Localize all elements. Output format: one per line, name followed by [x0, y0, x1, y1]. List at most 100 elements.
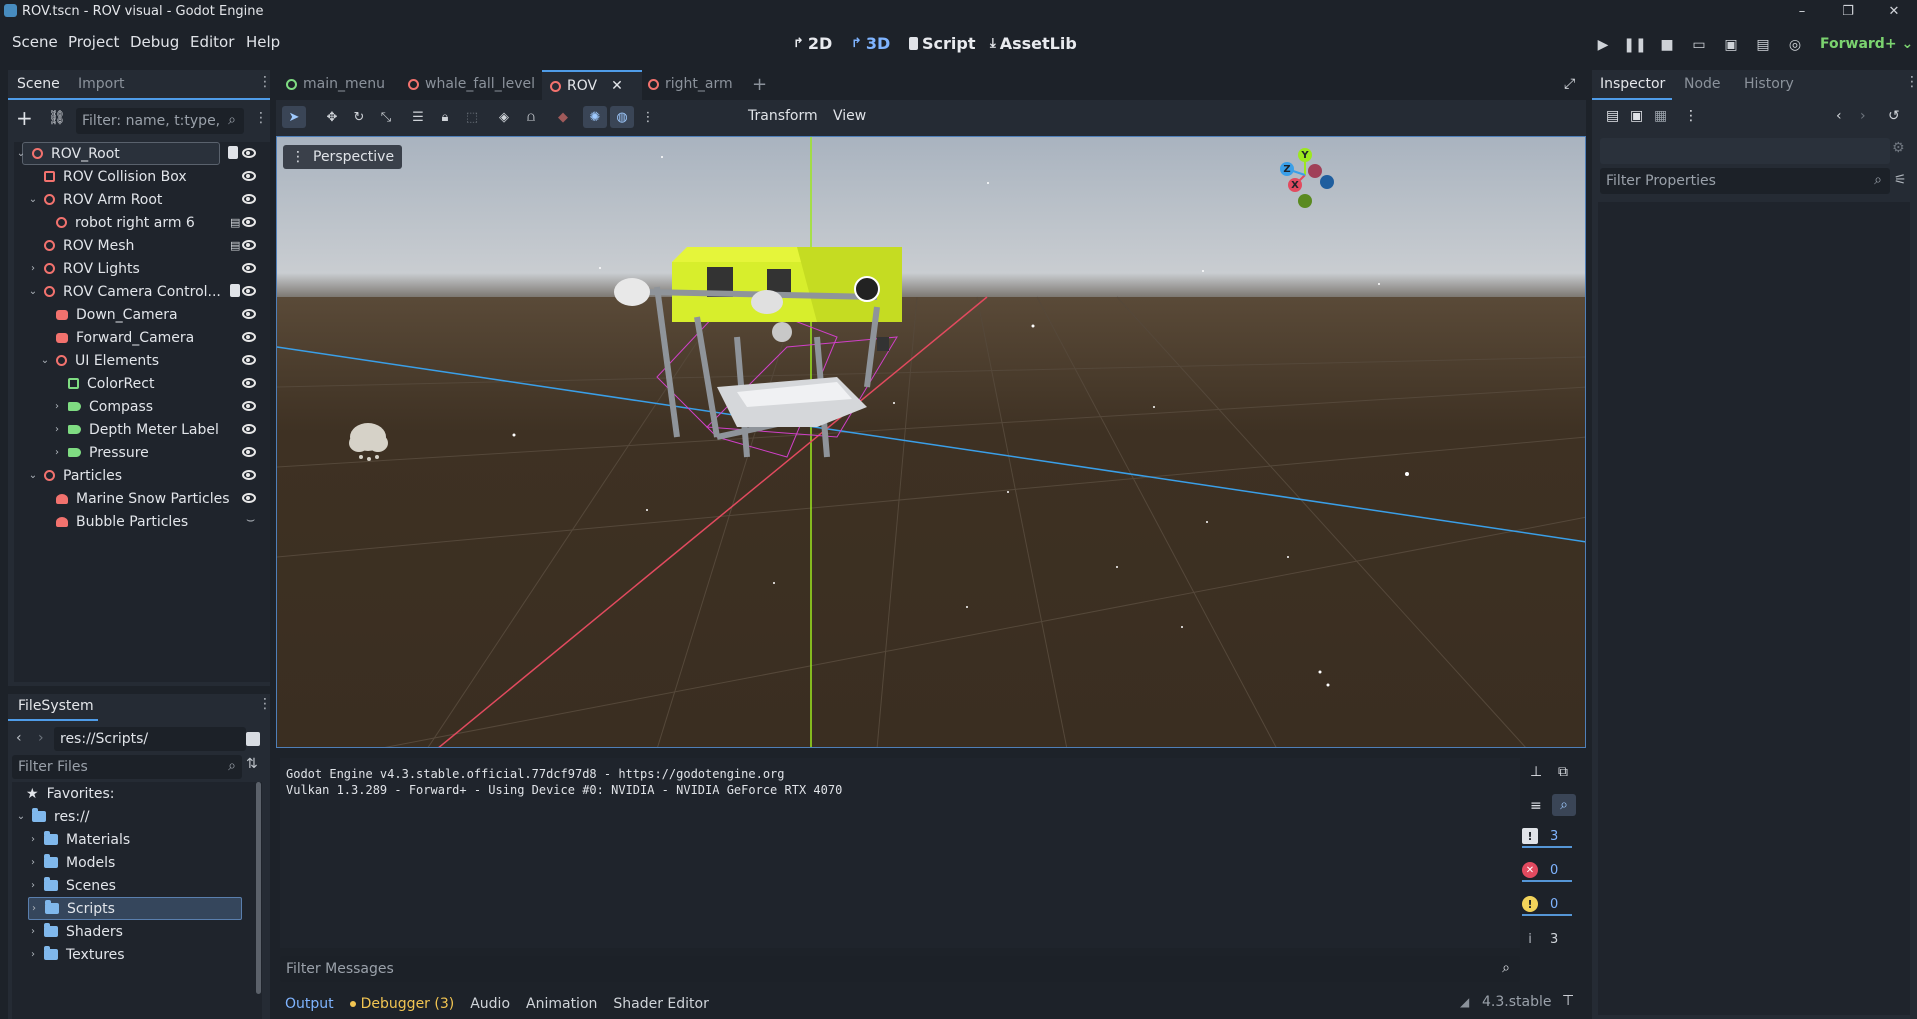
search-toggle-icon[interactable]: ⌕ — [1552, 794, 1576, 816]
lock-icon[interactable]: 🔒︎ — [433, 106, 457, 128]
close-tab-icon[interactable]: ✕ — [611, 78, 623, 94]
tree-row-rov-lights[interactable]: › ROV Lights — [14, 257, 264, 280]
history-forward-icon[interactable]: › — [1860, 108, 1866, 124]
expand-arrow-icon[interactable]: › — [28, 880, 38, 891]
tree-row-depth-meter[interactable]: › Depth Meter Label — [14, 418, 264, 441]
3d-viewport[interactable]: ⋮ Perspective Y X Z — [276, 136, 1586, 748]
history-back-icon[interactable]: ‹ — [1836, 108, 1842, 124]
object-settings-icon[interactable]: ⚙ — [1892, 140, 1905, 156]
movie-maker-icon[interactable]: ◎ — [1782, 34, 1808, 56]
orientation-gizmo[interactable]: Y X Z — [1277, 147, 1337, 208]
scene-filter-input[interactable]: Filter: name, t:type, ⌕ — [76, 108, 244, 134]
visibility-eye-icon[interactable] — [242, 263, 256, 273]
filter-files-input[interactable]: Filter Files ⌕ — [12, 755, 242, 779]
tab-scene[interactable]: Scene — [17, 76, 60, 92]
menu-help[interactable]: Help — [246, 33, 280, 51]
collapse-arrow-icon[interactable]: ⌄ — [40, 355, 50, 366]
clapper-icon[interactable]: ▤ — [230, 239, 240, 252]
scrollbar[interactable] — [256, 782, 261, 994]
menu-debug[interactable]: Debug — [130, 33, 179, 51]
collapse-arrow-icon[interactable]: ⌄ — [28, 194, 38, 205]
copy-output-icon[interactable]: ⧉ — [1558, 764, 1568, 780]
tree-row-collision[interactable]: ROV Collision Box — [14, 165, 264, 188]
scene-tab-rov-active[interactable]: ROV ✕ — [542, 70, 642, 100]
open-folder-icon[interactable]: ▣ — [1630, 108, 1643, 124]
tab-audio[interactable]: Audio — [470, 996, 510, 1012]
visibility-eye-icon[interactable] — [242, 355, 256, 365]
expand-arrow-icon[interactable]: › — [28, 263, 38, 274]
folder-row-materials[interactable]: › Materials — [28, 828, 130, 851]
expand-arrow-icon[interactable]: › — [28, 834, 38, 845]
tab-output[interactable]: Output — [285, 996, 334, 1012]
error-count-toggle[interactable]: ✕ 0 — [1522, 860, 1572, 882]
camera-preview-icon[interactable]: ◆ — [551, 106, 575, 128]
script-attached-icon[interactable] — [230, 284, 240, 297]
tab-node[interactable]: Node — [1684, 76, 1721, 92]
dock-menu-icon[interactable]: ⋮ — [1905, 74, 1917, 90]
visibility-eye-icon[interactable] — [242, 240, 256, 250]
snap-icon[interactable]: ⩍ — [519, 106, 543, 128]
more-options-icon[interactable]: ⋮ — [636, 106, 660, 128]
tree-row-marine-snow[interactable]: Marine Snow Particles — [14, 487, 264, 510]
link-icon[interactable]: ⛓ — [48, 110, 66, 126]
inspector-menu-icon[interactable]: ⋮ — [1684, 108, 1698, 124]
hidden-eye-icon[interactable]: ⌣ — [246, 512, 255, 528]
minimize-button[interactable]: – — [1780, 0, 1824, 22]
visibility-eye-icon[interactable] — [242, 171, 256, 181]
visibility-eye-icon[interactable] — [242, 470, 256, 480]
visibility-eye-icon[interactable] — [242, 148, 256, 158]
visibility-eye-icon[interactable] — [242, 194, 256, 204]
tree-row-ui-elements[interactable]: ⌄ UI Elements — [14, 349, 264, 372]
local-space-icon[interactable]: ◈ — [492, 106, 516, 128]
environment-preview-icon[interactable]: ◍ — [610, 106, 634, 128]
message-count-toggle[interactable]: ! 3 — [1522, 826, 1572, 848]
object-selector[interactable] — [1600, 138, 1890, 164]
visibility-eye-icon[interactable] — [242, 447, 256, 457]
rotate-tool-icon[interactable]: ↻ — [347, 106, 371, 128]
visibility-eye-icon[interactable] — [242, 217, 256, 227]
tab-inspector[interactable]: Inspector — [1600, 76, 1665, 92]
tree-row-compass[interactable]: › Compass — [14, 395, 264, 418]
tree-row-down-camera[interactable]: Down_Camera — [14, 303, 264, 326]
dock-menu-icon[interactable]: ⋮ — [258, 696, 272, 712]
transform-menu[interactable]: Transform — [748, 108, 818, 124]
tree-row-pressure[interactable]: › Pressure — [14, 441, 264, 464]
tree-row-bubbles[interactable]: Bubble Particles ⌣ — [14, 510, 264, 533]
run-custom-scene-icon[interactable]: ▤ — [1750, 34, 1776, 56]
save-icon[interactable]: ▦ — [1654, 108, 1667, 124]
scene-tab-whale-fall[interactable]: whale_fall_level — [408, 76, 535, 92]
tab-history[interactable]: History — [1744, 76, 1794, 92]
pause-icon[interactable]: ❚❚ — [1622, 34, 1648, 56]
add-scene-tab-icon[interactable]: + — [752, 74, 767, 95]
visibility-eye-icon[interactable] — [242, 332, 256, 342]
tree-row-rov-root[interactable]: ⌄ ROV_Root — [14, 142, 264, 165]
filter-messages-input[interactable]: Filter Messages ⌕ — [280, 956, 1520, 982]
workspace-2d-button[interactable]: ↱ 2D — [793, 34, 832, 53]
visibility-eye-icon[interactable] — [242, 378, 256, 388]
menu-editor[interactable]: Editor — [190, 33, 234, 51]
scene-tab-right-arm[interactable]: right_arm — [648, 76, 733, 92]
stop-icon[interactable]: ■ — [1654, 34, 1680, 56]
script-attached-icon[interactable] — [228, 146, 238, 159]
z-axis-gizmo-icon[interactable]: Z — [1280, 162, 1294, 176]
expand-arrow-icon[interactable]: › — [28, 857, 38, 868]
clapper-icon[interactable]: ▤ — [230, 216, 240, 229]
property-options-icon[interactable]: ⚟ — [1894, 172, 1907, 188]
visibility-eye-icon[interactable] — [242, 424, 256, 434]
tree-row-right-arm[interactable]: robot right arm 6 ▤ — [14, 211, 264, 234]
back-icon[interactable]: ‹ — [16, 730, 22, 746]
tab-filesystem[interactable]: FileSystem — [18, 698, 94, 714]
view-menu[interactable]: View — [833, 108, 866, 124]
folder-row-shaders[interactable]: › Shaders — [28, 920, 123, 943]
expand-arrow-icon[interactable]: › — [52, 424, 62, 435]
expand-arrow-icon[interactable]: › — [28, 926, 38, 937]
path-field[interactable]: res://Scripts/ — [54, 727, 246, 751]
remote-debug-icon[interactable]: ▭ — [1686, 34, 1712, 56]
visibility-eye-icon[interactable] — [242, 401, 256, 411]
expand-arrow-icon[interactable]: › — [52, 401, 62, 412]
collapse-arrow-icon[interactable]: ⌄ — [28, 286, 38, 297]
info-count-toggle[interactable]: ⅰ3 — [1522, 928, 1572, 950]
folder-row-models[interactable]: › Models — [28, 851, 115, 874]
expand-arrow-icon[interactable]: › — [29, 903, 39, 914]
y-axis-gizmo-icon[interactable]: Y — [1298, 148, 1312, 162]
